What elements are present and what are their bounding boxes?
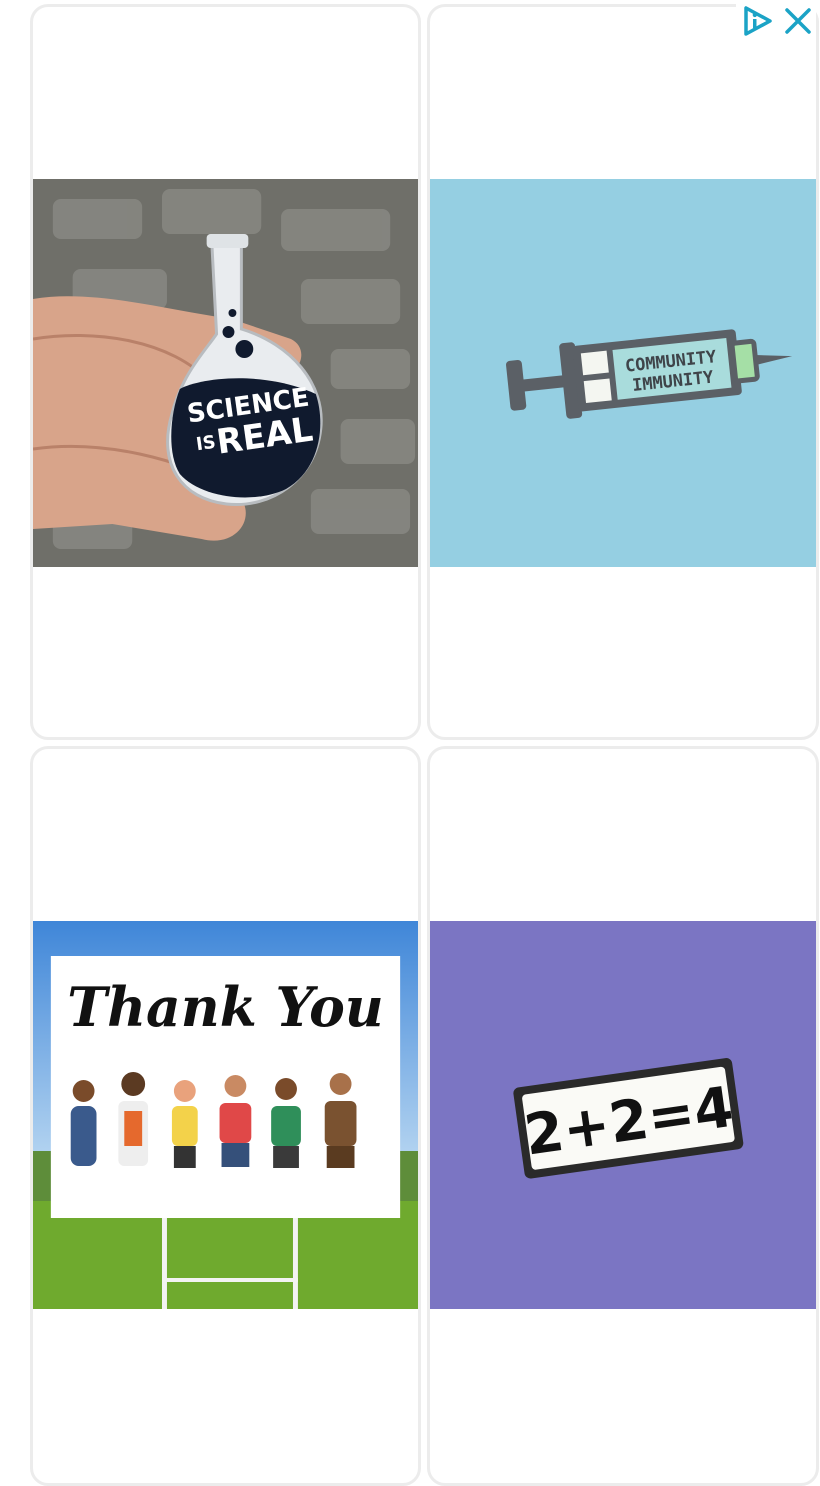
ad-controls [736, 0, 816, 42]
adchoices-icon[interactable] [741, 4, 775, 38]
product-image-thank-you-sign[interactable]: Thank You [33, 921, 418, 1309]
product-image-science-is-real[interactable]: SCIENCE IS REAL [33, 179, 418, 567]
product-card-thank-you-sign[interactable]: Thank You [30, 746, 421, 1486]
product-card-science-is-real[interactable]: SCIENCE IS REAL [30, 4, 421, 740]
product-image-community-immunity[interactable]: COMMUNITY IMMUNITY [430, 179, 816, 567]
product-image-2-plus-2-equals-4[interactable]: 2+2=4 [430, 921, 816, 1309]
sign-text-thank-you: Thank You [67, 975, 384, 1039]
close-icon[interactable] [784, 7, 812, 35]
product-card-2-plus-2-equals-4[interactable]: 2+2=4 [427, 746, 819, 1486]
pin-text-is: IS [195, 432, 217, 456]
product-card-community-immunity[interactable]: COMMUNITY IMMUNITY [427, 4, 819, 740]
